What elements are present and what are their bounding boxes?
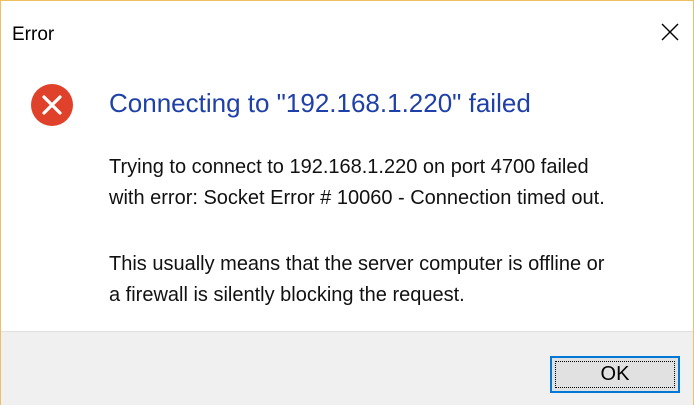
error-dialog: Error Connecting to "192.168.1.220" fail… bbox=[0, 0, 694, 405]
button-bar: OK bbox=[1, 331, 693, 405]
error-explanation-line-1: This usually means that the server compu… bbox=[109, 253, 605, 275]
error-details-line-1: Trying to connect to 192.168.1.220 on po… bbox=[109, 156, 589, 178]
error-details-line-2: with error: Socket Error # 10060 - Conne… bbox=[109, 187, 605, 209]
title-bar: Error bbox=[1, 1, 693, 61]
dialog-content: Connecting to "192.168.1.220" failed Try… bbox=[1, 61, 693, 331]
close-button[interactable] bbox=[647, 9, 693, 55]
main-instruction: Connecting to "192.168.1.220" failed bbox=[109, 88, 531, 118]
error-icon bbox=[31, 84, 73, 126]
window-title: Error bbox=[12, 24, 55, 45]
ok-button-label: OK bbox=[600, 363, 630, 385]
ok-button[interactable]: OK bbox=[550, 356, 680, 393]
error-details: Trying to connect to 192.168.1.220 on po… bbox=[109, 152, 605, 214]
error-explanation: This usually means that the server compu… bbox=[109, 249, 604, 311]
error-explanation-line-2: a firewall is silently blocking the requ… bbox=[109, 284, 465, 306]
close-icon bbox=[661, 23, 679, 41]
